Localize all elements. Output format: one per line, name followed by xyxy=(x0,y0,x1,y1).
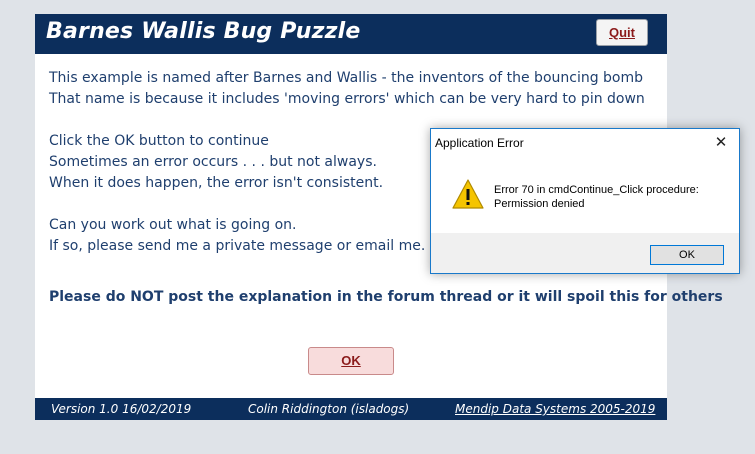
intro-line-1: This example is named after Barnes and W… xyxy=(49,70,644,86)
warning-icon xyxy=(452,179,484,209)
intro-line-2: That name is because it includes 'moving… xyxy=(49,91,645,107)
company-link[interactable]: Mendip Data Systems 2005-2019 xyxy=(455,398,655,420)
instruction-line-1: Click the OK button to continue xyxy=(49,133,269,149)
dialog-message-line-1: Error 70 in cmdContinue_Click procedure: xyxy=(494,184,699,196)
author-label: Colin Riddington (isladogs) xyxy=(248,402,410,416)
dialog-ok-button[interactable]: OK xyxy=(650,245,724,265)
ok-button[interactable]: OK xyxy=(308,347,394,375)
dialog-titlebar: Application Error ✕ xyxy=(431,129,739,157)
instruction-line-3: When it does happen, the error isn't con… xyxy=(49,175,384,191)
quit-button[interactable]: Quit xyxy=(596,19,648,46)
question-line-1: Can you work out what is going on. xyxy=(49,217,297,233)
dialog-message-line-2: Permission denied xyxy=(494,198,585,210)
dialog-message: Error 70 in cmdContinue_Click procedure:… xyxy=(494,183,699,211)
dialog-title: Application Error xyxy=(435,136,524,150)
form-title: Barnes Wallis Bug Puzzle xyxy=(46,19,361,44)
version-label: Version 1.0 16/02/2019 xyxy=(51,402,192,416)
form-header: Barnes Wallis Bug Puzzle Quit xyxy=(35,14,667,54)
warning-text: Please do NOT post the explanation in th… xyxy=(49,289,723,305)
application-error-dialog: Application Error ✕ Error 70 in cmdConti… xyxy=(430,128,740,274)
form-footer: Version 1.0 16/02/2019 Colin Riddington … xyxy=(35,398,667,420)
close-icon[interactable]: ✕ xyxy=(711,129,731,157)
question-line-2: If so, please send me a private message … xyxy=(49,238,426,254)
instruction-line-2: Sometimes an error occurs . . . but not … xyxy=(49,154,377,170)
